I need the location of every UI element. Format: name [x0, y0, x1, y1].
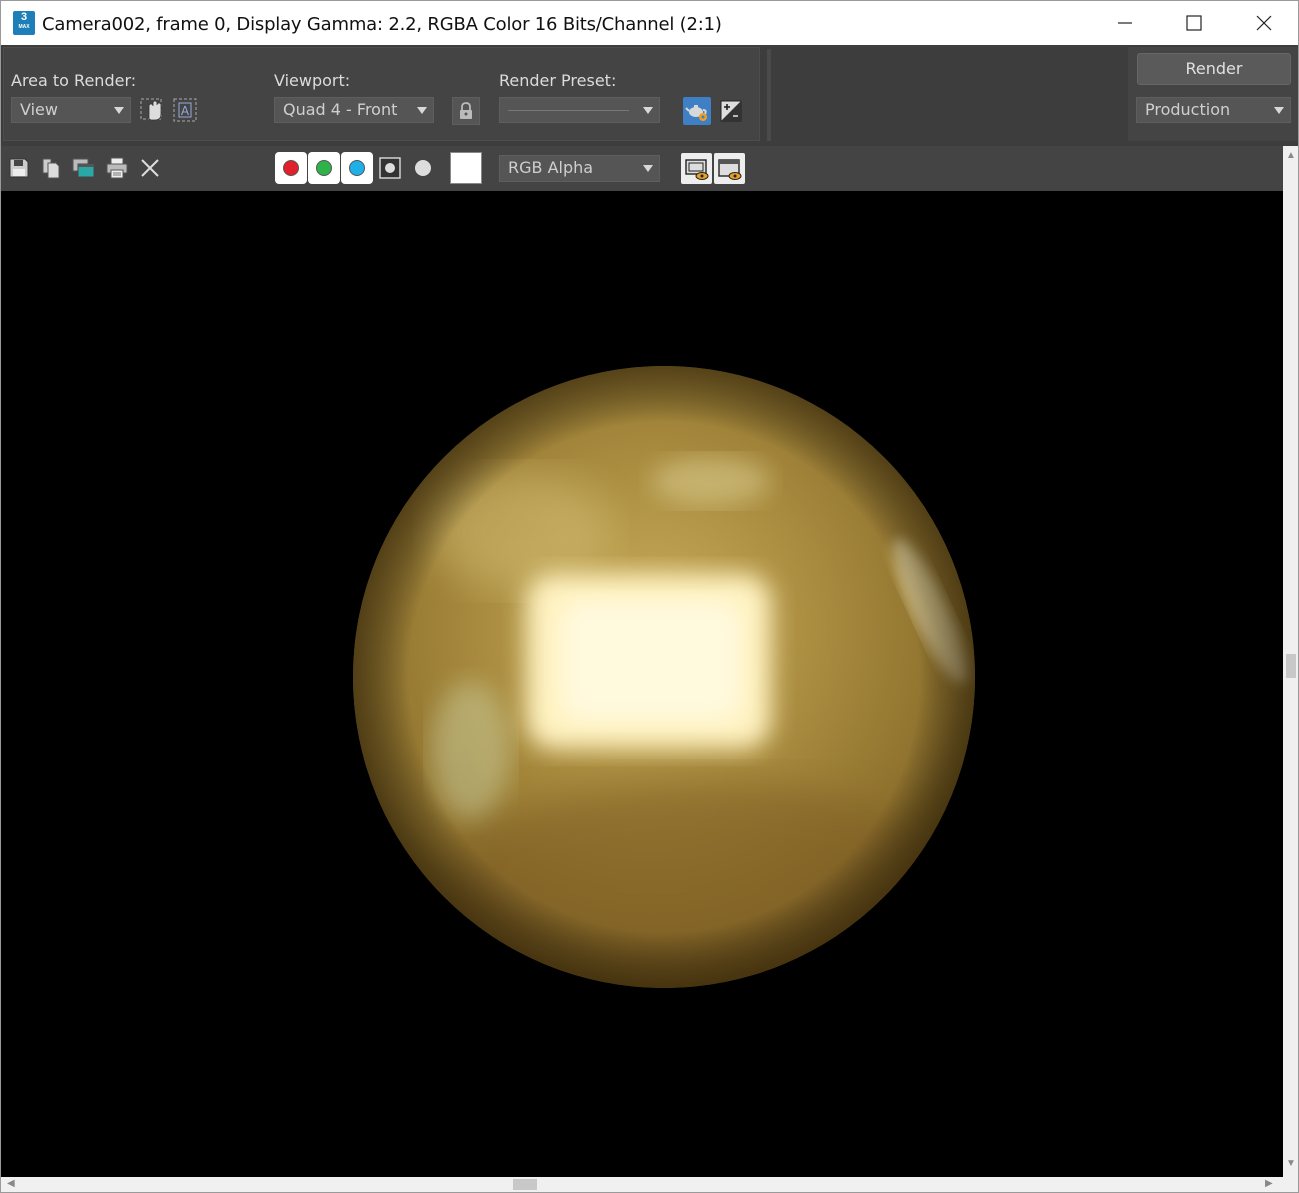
horizontal-scrollbar[interactable]: ◀ ▶	[0, 1177, 1299, 1193]
copy-image-button[interactable]	[37, 154, 65, 182]
toggle-ui-button[interactable]	[714, 153, 745, 184]
red-channel-toggle[interactable]	[275, 152, 307, 184]
close-icon	[1256, 15, 1272, 31]
teapot-settings-icon	[685, 105, 707, 121]
environment-exposure-button[interactable]	[717, 97, 745, 125]
svg-text:A: A	[181, 104, 190, 118]
edit-region-button[interactable]	[138, 96, 166, 124]
save-image-button[interactable]	[5, 154, 33, 182]
scroll-down-icon[interactable]: ▼	[1286, 1158, 1296, 1169]
viewport-label: Viewport:	[274, 71, 351, 90]
auto-region-button[interactable]: A	[171, 96, 199, 124]
display-overlay-icon	[684, 158, 708, 180]
scroll-up-icon[interactable]: ▲	[1286, 150, 1296, 161]
green-channel-dot-icon	[316, 160, 332, 176]
panel-divider	[767, 49, 771, 141]
monochrome-toggle[interactable]	[409, 154, 437, 182]
clear-image-button[interactable]	[136, 154, 164, 182]
lock-icon	[460, 102, 472, 119]
clear-x-icon	[141, 159, 159, 177]
render-mode-value: Production	[1145, 100, 1231, 119]
maximize-icon	[1186, 15, 1202, 31]
horizontal-scroll-thumb[interactable]	[513, 1179, 537, 1190]
blue-channel-toggle[interactable]	[341, 152, 373, 184]
toggle-ui-overlays-button[interactable]	[681, 153, 712, 184]
display-ui-icon	[717, 158, 741, 180]
viewport-dropdown[interactable]: Quad 4 - Front	[274, 97, 434, 123]
clone-frame-buffer-button[interactable]	[70, 154, 98, 182]
area-to-render-value: View	[20, 100, 58, 119]
print-image-button[interactable]	[103, 154, 131, 182]
window-title: Camera002, frame 0, Display Gamma: 2.2, …	[42, 14, 722, 35]
background-color-swatch[interactable]	[450, 152, 482, 184]
alpha-channel-toggle[interactable]	[376, 154, 404, 182]
edit-region-hand-icon	[140, 98, 162, 121]
scroll-right-icon[interactable]: ▶	[1265, 1178, 1273, 1189]
minimize-button[interactable]	[1090, 1, 1160, 45]
rendered-image-viewport[interactable]	[0, 191, 1283, 1177]
render-setup-button[interactable]	[683, 97, 711, 125]
render-settings-group	[3, 47, 760, 141]
clone-window-icon	[72, 158, 95, 178]
dropdown-arrow-icon	[643, 165, 653, 172]
frame-buffer-toolbar: RGB Alpha	[0, 146, 1283, 191]
dropdown-arrow-icon	[643, 107, 653, 114]
render-button[interactable]: Render	[1137, 53, 1291, 85]
green-channel-toggle[interactable]	[308, 152, 340, 184]
close-button[interactable]	[1229, 1, 1299, 45]
vertical-scroll-thumb[interactable]	[1286, 654, 1296, 678]
save-icon	[9, 158, 29, 178]
dropdown-arrow-icon	[417, 107, 427, 114]
area-to-render-dropdown[interactable]: View	[11, 97, 131, 123]
dropdown-arrow-icon	[114, 107, 124, 114]
preset-placeholder-line	[508, 110, 629, 111]
print-icon	[106, 157, 128, 179]
blue-channel-dot-icon	[349, 160, 365, 176]
maximize-button[interactable]	[1159, 1, 1229, 45]
scroll-left-icon[interactable]: ◀	[7, 1178, 15, 1189]
copy-icon	[42, 158, 60, 179]
render-preset-label: Render Preset:	[499, 71, 617, 90]
auto-region-icon: A	[173, 98, 197, 122]
render-controls-panel: Area to Render: View A Viewport: Quad 4 …	[0, 45, 1299, 146]
3dsmax-app-icon: 3 MAX	[13, 11, 35, 35]
channel-display-dropdown[interactable]: RGB Alpha	[499, 155, 660, 182]
area-to-render-label: Area to Render:	[11, 71, 137, 90]
red-channel-dot-icon	[283, 160, 299, 176]
rendered-gold-sphere	[353, 366, 975, 988]
render-mode-dropdown[interactable]: Production	[1136, 97, 1291, 123]
render-preset-dropdown[interactable]	[499, 97, 660, 123]
minimize-icon	[1118, 22, 1132, 24]
viewport-value: Quad 4 - Front	[283, 100, 398, 119]
vertical-scrollbar[interactable]: ▲ ▼	[1283, 146, 1299, 1177]
monochrome-icon	[415, 160, 431, 176]
channel-display-value: RGB Alpha	[508, 158, 594, 177]
title-bar: 3 MAX Camera002, frame 0, Display Gamma: …	[0, 0, 1299, 45]
dropdown-arrow-icon	[1274, 107, 1284, 114]
exposure-icon	[720, 100, 742, 122]
alpha-channel-icon	[379, 157, 401, 179]
lock-viewport-button[interactable]	[452, 97, 480, 125]
